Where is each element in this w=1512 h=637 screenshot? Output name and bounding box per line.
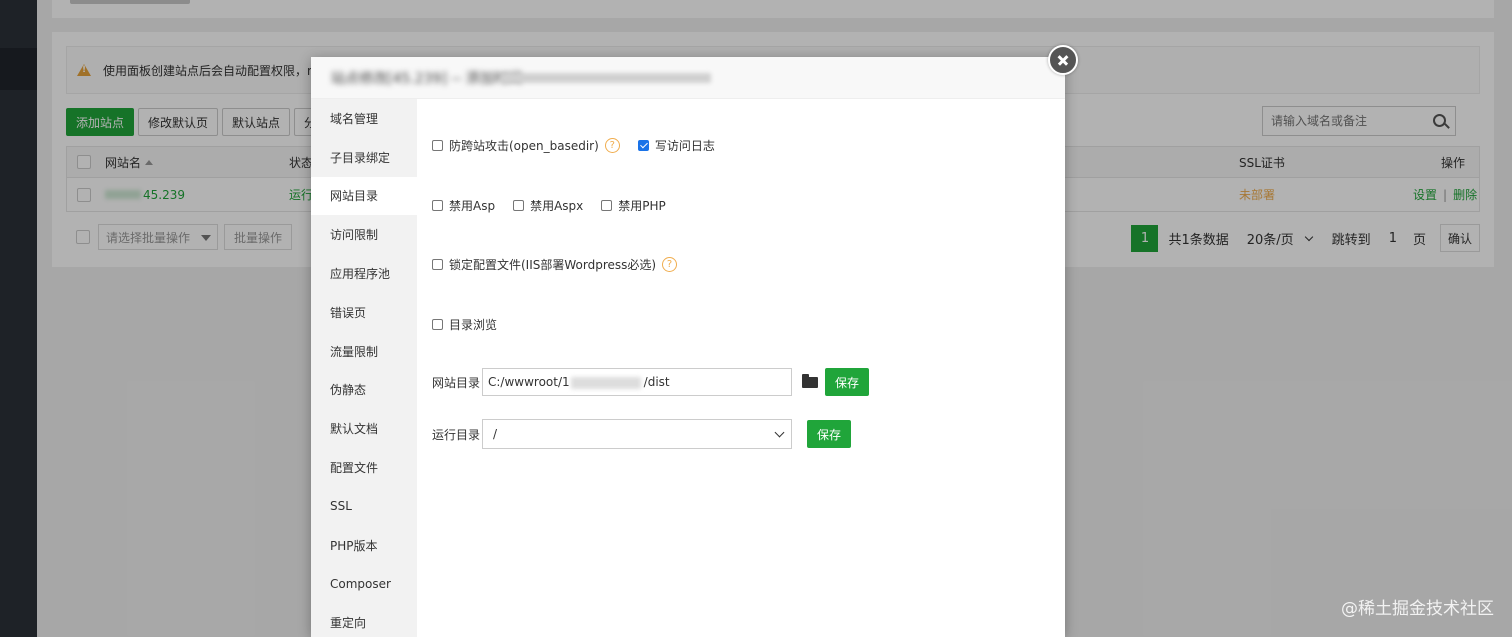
nav-redirect[interactable]: 重定向 [311, 603, 417, 637]
nav-traffic-limit[interactable]: 流量限制 [311, 332, 417, 371]
dir-browse-label: 目录浏览 [449, 318, 498, 332]
site-directory-panel: 防跨站攻击(open_basedir) ? 写访问日志 禁用Asp 禁用Aspx… [432, 99, 1065, 637]
nav-subdir-binding[interactable]: 子目录绑定 [311, 138, 417, 177]
nav-rewrite[interactable]: 伪静态 [311, 371, 417, 410]
chevron-down-icon [774, 427, 785, 438]
disable-php-option[interactable]: 禁用PHP [601, 197, 666, 214]
nav-app-pool[interactable]: 应用程序池 [311, 254, 417, 293]
write-log-checkbox[interactable] [637, 140, 649, 151]
run-dir-label: 运行目录 [432, 427, 481, 442]
dir-browse-option[interactable]: 目录浏览 [432, 316, 497, 333]
nav-default-document[interactable]: 默认文档 [311, 409, 417, 448]
watermark: @稀土掘金技术社区 [1341, 599, 1494, 619]
run-dir-select[interactable]: / [482, 419, 792, 449]
anti-cross-site-option[interactable]: 防跨站攻击(open_basedir) ? [432, 137, 620, 154]
help-icon[interactable]: ? [604, 138, 620, 153]
lock-config-checkbox[interactable] [432, 259, 443, 270]
nav-site-directory[interactable]: 网站目录 [311, 176, 417, 216]
disable-php-checkbox[interactable] [601, 200, 613, 211]
write-log-option[interactable]: 写访问日志 [637, 137, 715, 154]
disable-asp-option[interactable]: 禁用Asp [432, 197, 495, 214]
nav-ssl[interactable]: SSL [311, 487, 417, 526]
site-dir-input[interactable]: C:/wwwroot/1 /dist [482, 368, 792, 396]
disable-asp-label: 禁用Asp [449, 199, 496, 213]
nav-domain-management[interactable]: 域名管理 [311, 99, 417, 138]
disable-aspx-option[interactable]: 禁用Aspx [513, 197, 583, 214]
dir-browse-checkbox[interactable] [432, 319, 443, 330]
folder-open-icon[interactable] [802, 373, 818, 388]
disable-asp-checkbox[interactable] [432, 200, 443, 211]
lock-config-label: 锁定配置文件(IIS部署Wordpress必选) [449, 258, 657, 272]
anti-cross-site-label: 防跨站攻击(open_basedir) [449, 139, 599, 153]
nav-config-file[interactable]: 配置文件 [311, 448, 417, 487]
save-run-dir-button[interactable]: 保存 [807, 420, 852, 448]
close-icon[interactable] [1048, 45, 1078, 75]
lock-config-option[interactable]: 锁定配置文件(IIS部署Wordpress必选) ? [432, 256, 678, 273]
disable-aspx-checkbox[interactable] [513, 200, 525, 211]
redacted-path [571, 377, 641, 389]
nav-access-limit[interactable]: 访问限制 [311, 215, 417, 254]
nav-composer[interactable]: Composer [311, 565, 417, 604]
nav-error-page[interactable]: 错误页 [311, 293, 417, 332]
modal-nav: 域名管理 子目录绑定 网站目录 访问限制 应用程序池 错误页 流量限制 伪静态 … [311, 99, 417, 637]
site-dir-label: 网站目录 [432, 375, 481, 390]
nav-php-version[interactable]: PHP版本 [311, 526, 417, 565]
write-log-label: 写访问日志 [654, 139, 715, 153]
disable-aspx-label: 禁用Aspx [530, 199, 584, 213]
redacted-title-part [501, 73, 711, 83]
site-settings-modal: 站点修改[45.239] -- 添加时间 域名管理 子目录绑定 网站目录 访问限… [311, 57, 1065, 637]
save-site-dir-button[interactable]: 保存 [825, 368, 870, 396]
modal-title: 站点修改[45.239] -- 添加时间 [311, 57, 1065, 99]
help-icon[interactable]: ? [662, 257, 678, 272]
anti-cross-site-checkbox[interactable] [432, 140, 443, 151]
disable-php-label: 禁用PHP [618, 199, 666, 213]
